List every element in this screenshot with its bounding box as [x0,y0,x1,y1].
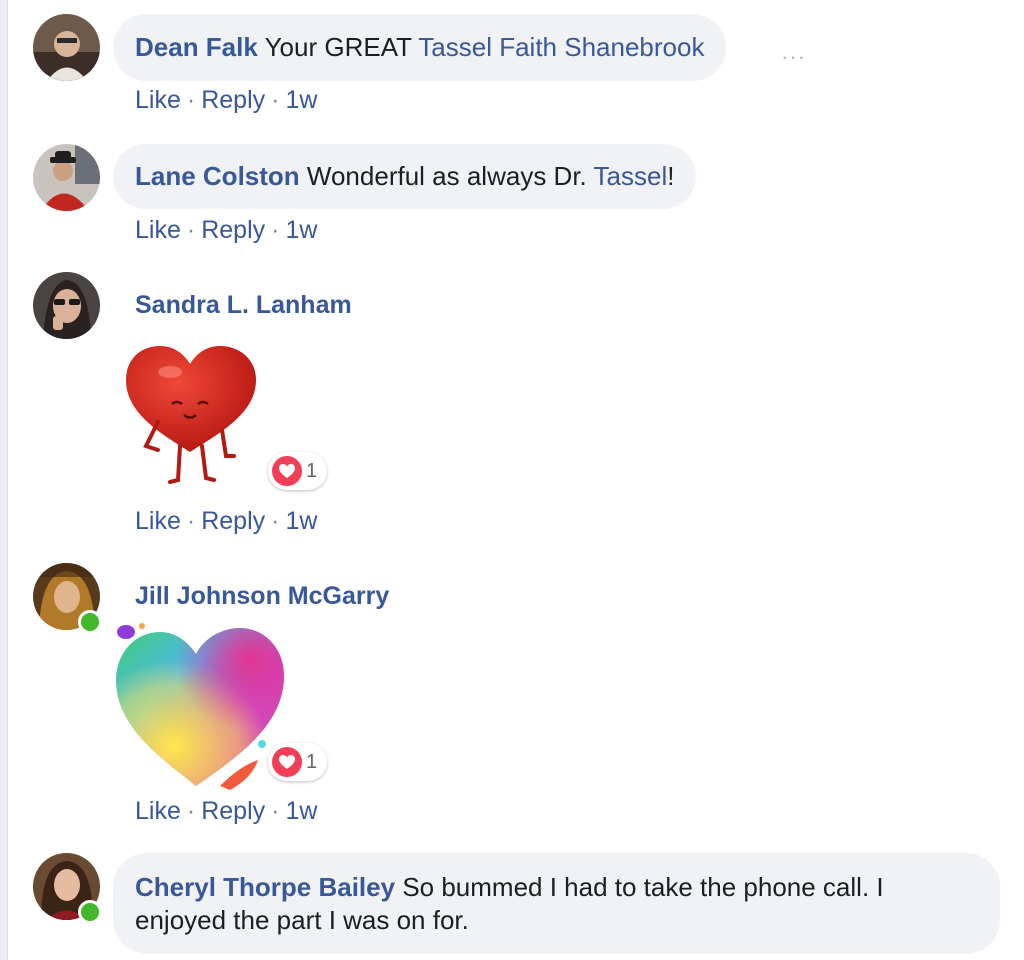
like-link[interactable]: Like [135,797,181,825]
separator: · [186,797,196,825]
separator: · [271,797,280,825]
comment-mention[interactable]: Tassel [594,161,668,191]
comment-author[interactable]: Jill Johnson McGarry [135,582,389,611]
red-heart-character-sticker [126,346,256,484]
avatar[interactable] [33,563,102,634]
comment-actions: Like · Reply · 1w [135,216,317,245]
reaction-count-value: 1 [306,459,318,482]
comment-line-2: enjoyed the part I was on for. [135,905,469,935]
more-options-icon[interactable]: ··· [781,44,806,70]
reply-link[interactable]: Reply [201,507,265,535]
comment-author[interactable]: Dean Falk [135,32,258,62]
love-icon [272,747,302,777]
comment-actions: Like · Reply · 1w [135,507,317,536]
reaction-count-value: 1 [306,750,318,773]
separator: · [186,86,196,114]
online-status-icon [78,610,102,634]
timestamp-link[interactable]: 1w [285,507,317,535]
comment-bubble: Lane Colston Wonderful as always Dr. Tas… [113,144,697,209]
timestamp-link[interactable]: 1w [285,86,317,114]
like-link[interactable]: Like [135,216,181,244]
comment-mention[interactable]: Tassel Faith Shanebrook [418,32,704,62]
reaction-count[interactable]: 1 [268,452,328,490]
comment-text: Your GREAT [264,32,412,62]
avatar[interactable] [33,14,100,81]
reaction-count[interactable]: 1 [268,743,328,781]
separator: · [271,216,280,244]
comment-line-1: Cheryl Thorpe Bailey So bummed I had to … [135,871,978,904]
avatar[interactable] [33,272,100,339]
online-status-icon [78,900,102,924]
comment-text-end: ! [667,161,675,191]
comment-author[interactable]: Cheryl Thorpe Bailey [135,872,395,902]
avatar-photo [33,14,100,81]
timestamp-link[interactable]: 1w [285,216,317,244]
comment-author[interactable]: Sandra L. Lanham [135,291,352,320]
avatar-photo [33,144,100,211]
avatar-photo [33,272,100,339]
comment-text: Wonderful as always Dr. [306,161,587,191]
separator: · [186,507,196,535]
comment-text: So bummed I had to take the phone call. … [402,872,884,902]
separator: · [271,86,280,114]
reply-link[interactable]: Reply [201,797,265,825]
comment-actions: Like · Reply · 1w [135,86,317,115]
comment-bubble: Dean Falk Your GREAT Tassel Faith Shaneb… [113,14,727,81]
love-icon [272,456,302,486]
like-link[interactable]: Like [135,507,181,535]
like-link[interactable]: Like [135,86,181,114]
separator: · [271,507,280,535]
avatar[interactable] [33,144,100,211]
comment-actions: Like · Reply · 1w [135,797,317,826]
comment-author[interactable]: Lane Colston [135,161,300,191]
avatar[interactable] [33,853,102,924]
separator: · [186,216,196,244]
timestamp-link[interactable]: 1w [285,797,317,825]
rainbow-heart-sticker [116,623,284,790]
reply-link[interactable]: Reply [201,216,265,244]
left-border [0,0,8,960]
comment-bubble: Cheryl Thorpe Bailey So bummed I had to … [113,853,1000,954]
reply-link[interactable]: Reply [201,86,265,114]
